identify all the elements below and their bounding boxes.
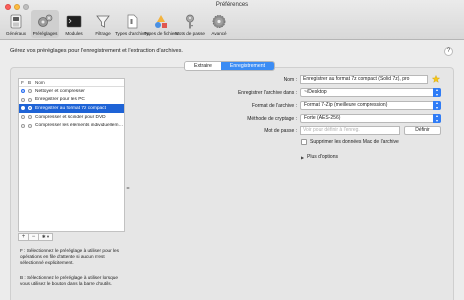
toolbar-label: Mots de passe bbox=[175, 31, 205, 36]
list-item[interactable]: Enregistrer au format 7z compact bbox=[19, 104, 124, 113]
preset-name: Enregistrer pour les PC bbox=[35, 97, 85, 103]
default-f-radio[interactable] bbox=[20, 97, 25, 102]
presets-list[interactable]: F B Nom Nettoyer et compresser Enregistr… bbox=[18, 78, 125, 232]
help-text-f: F : Sélectionnez le préréglage à utilise… bbox=[20, 248, 120, 265]
toolbar-label: Filtrage bbox=[95, 31, 111, 36]
list-header: F B Nom bbox=[19, 79, 124, 87]
default-b-radio[interactable] bbox=[27, 123, 32, 128]
format-label: Format de l'archive : bbox=[251, 103, 297, 109]
default-b-radio[interactable] bbox=[27, 106, 32, 111]
preset-name: Nettoyer et compresser bbox=[35, 88, 85, 94]
default-b-radio[interactable] bbox=[27, 115, 32, 120]
password-label: Mot de passe : bbox=[264, 128, 297, 134]
key-icon bbox=[186, 14, 194, 29]
help-text-b: B : Sélectionnez le préréglage à utilise… bbox=[20, 275, 118, 286]
remove-mac-data-label[interactable]: Supprimer les données Mac de l'archive bbox=[310, 139, 399, 145]
toolbar-label: Types de fichiers bbox=[143, 31, 179, 36]
mode-tabs: Extraire Enregistrement bbox=[184, 61, 276, 71]
preset-name: Compresser les éléments individuellement bbox=[35, 123, 124, 129]
more-options-toggle[interactable]: Plus d'options bbox=[307, 154, 338, 160]
encryption-select[interactable]: Forte (AES-256) ▴ ▾ bbox=[300, 113, 441, 123]
column-b[interactable]: B bbox=[26, 80, 33, 85]
gear-icon bbox=[212, 15, 226, 28]
help-button[interactable]: ? bbox=[444, 47, 453, 56]
toolbar-label: Avancé bbox=[211, 31, 227, 36]
list-item[interactable]: Compresser et scinder pour DVD bbox=[19, 113, 124, 122]
terminal-icon bbox=[66, 15, 82, 28]
toolbar-item-types-fichiers[interactable]: Types de fichiers bbox=[143, 10, 179, 38]
preset-name: Compresser et scinder pour DVD bbox=[35, 114, 106, 120]
chevron-updown-icon: ▴ ▾ bbox=[433, 100, 441, 110]
toolbar-label: Modules bbox=[65, 31, 83, 36]
chevron-updown-icon: ▴ ▾ bbox=[433, 87, 441, 97]
list-controls: + − ✱ ▾ bbox=[18, 233, 53, 241]
section-description: Gérez vos préréglages pour l'enregistrem… bbox=[10, 48, 183, 54]
default-f-radio[interactable] bbox=[20, 106, 25, 111]
save-location-value: ~/Desktop bbox=[304, 89, 327, 95]
preset-action-menu-button[interactable]: ✱ ▾ bbox=[38, 233, 53, 241]
format-select[interactable]: Format 7-Zip (meilleure compression) ▴ ▾ bbox=[300, 100, 441, 110]
toolbar-item-prereglages[interactable]: Préréglages bbox=[31, 10, 59, 38]
chevron-updown-icon: ▴ ▾ bbox=[433, 113, 441, 123]
gears-icon bbox=[38, 14, 53, 27]
split-handle-icon[interactable]: ◂▸ bbox=[126, 185, 130, 190]
archive-doc-icon bbox=[127, 14, 138, 29]
column-f[interactable]: F bbox=[19, 80, 26, 85]
preset-name: Enregistrer au format 7z compact bbox=[35, 105, 106, 111]
toolbar-item-mots-de-passe[interactable]: Mots de passe bbox=[175, 10, 205, 38]
list-item[interactable]: Compresser les éléments individuellement bbox=[19, 121, 124, 130]
encryption-value: Forte (AES-256) bbox=[304, 115, 341, 121]
list-item[interactable]: Nettoyer et compresser bbox=[19, 87, 124, 96]
toolbar-item-filtrage[interactable]: Filtrage bbox=[89, 10, 117, 38]
star-icon[interactable] bbox=[432, 75, 440, 83]
save-location-select[interactable]: ~/Desktop ▴ ▾ bbox=[300, 87, 441, 97]
toolbar: Généraux Préréglages Modules Filtrage Ty… bbox=[2, 10, 234, 40]
toolbar-label: Généraux bbox=[5, 31, 27, 36]
preferences-window: Préférences Généraux Préréglages Modules… bbox=[0, 0, 464, 300]
toolbar-item-types-archives[interactable]: Types d'archives bbox=[115, 10, 149, 38]
default-f-radio[interactable] bbox=[20, 123, 25, 128]
list-item[interactable]: Enregistrer pour les PC bbox=[19, 96, 124, 105]
password-input[interactable]: Voir pour définir à l'enreg. bbox=[300, 126, 400, 135]
toolbar-item-generaux[interactable]: Généraux bbox=[2, 10, 30, 38]
funnel-icon bbox=[96, 15, 110, 28]
default-f-radio[interactable] bbox=[20, 89, 25, 94]
default-f-radio[interactable] bbox=[20, 115, 25, 120]
tab-extraire[interactable]: Extraire bbox=[185, 62, 221, 70]
default-b-radio[interactable] bbox=[27, 97, 32, 102]
switch-icon bbox=[10, 14, 22, 29]
default-b-radio[interactable] bbox=[27, 89, 32, 94]
column-name[interactable]: Nom bbox=[33, 80, 45, 85]
toolbar-item-modules[interactable]: Modules bbox=[60, 10, 88, 38]
encryption-label: Méthode de cryptage : bbox=[247, 116, 297, 122]
name-input[interactable]: Enregistrer au format 7z compact (Solid … bbox=[300, 75, 428, 84]
remove-mac-data-checkbox[interactable] bbox=[301, 139, 307, 145]
name-label: Nom : bbox=[283, 77, 297, 83]
define-password-button[interactable]: Définir bbox=[404, 126, 441, 135]
toolbar-label: Préréglages bbox=[32, 31, 58, 36]
toolbar-item-avance[interactable]: Avancé bbox=[205, 10, 233, 38]
tab-enregistrement[interactable]: Enregistrement bbox=[220, 62, 275, 70]
format-value: Format 7-Zip (meilleure compression) bbox=[304, 102, 388, 108]
disclosure-triangle-icon[interactable]: ▶ bbox=[301, 155, 304, 160]
file-types-icon bbox=[155, 15, 167, 28]
window-title: Préférences bbox=[215, 2, 249, 8]
save-location-label: Enregistrer l'archive dans : bbox=[237, 90, 297, 96]
